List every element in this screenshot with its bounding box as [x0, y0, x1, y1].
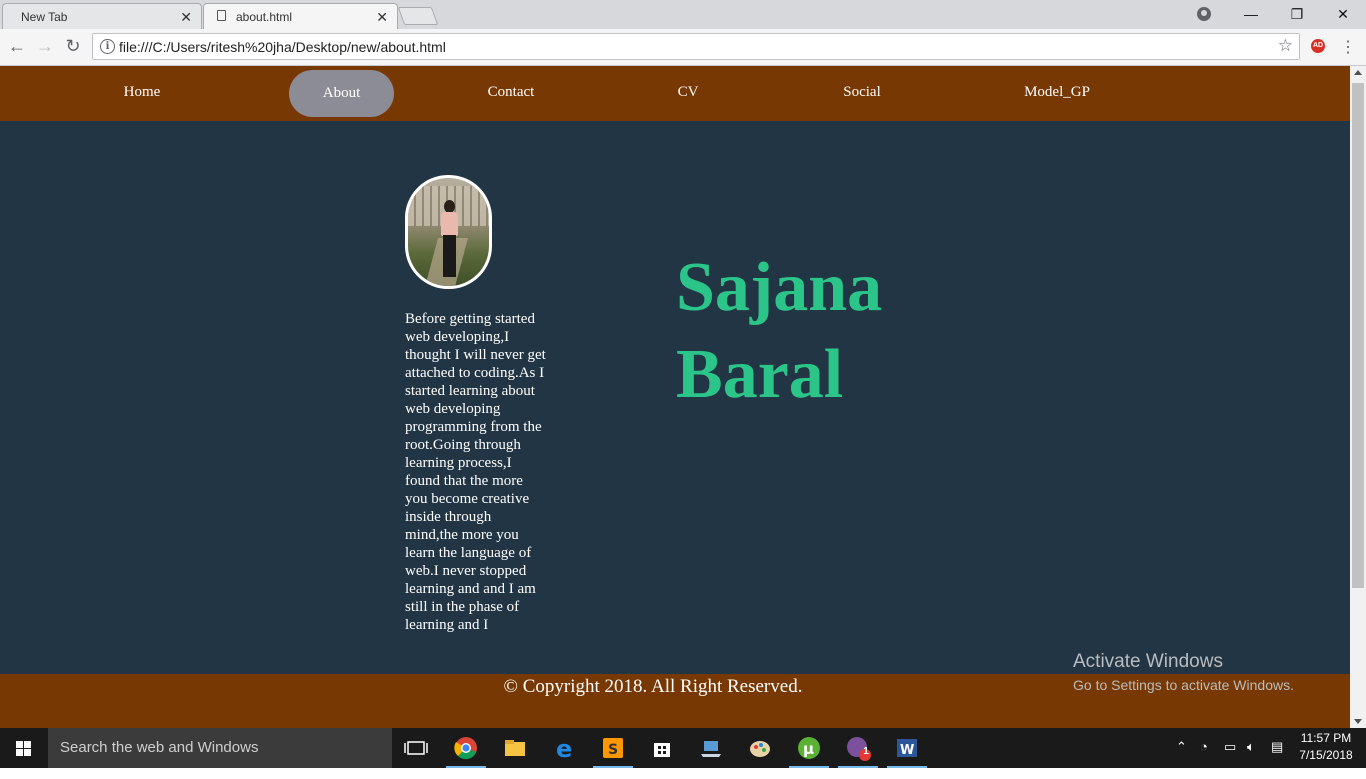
- browser-menu-icon[interactable]: ⋮: [1340, 37, 1356, 57]
- nav-about[interactable]: About: [289, 70, 394, 117]
- nav-cv[interactable]: CV: [648, 66, 728, 121]
- close-window-button[interactable]: ✕: [1320, 0, 1366, 29]
- notifications-icon[interactable]: ▤: [1271, 739, 1283, 779]
- taskbar-search-box[interactable]: Search the web and Windows: [48, 728, 392, 768]
- minimize-button[interactable]: —: [1228, 0, 1274, 29]
- tab-about-html[interactable]: about.html ✕: [203, 3, 398, 29]
- page-icon: [217, 10, 226, 21]
- back-button[interactable]: ←: [6, 35, 28, 57]
- svg-text:S: S: [608, 742, 618, 758]
- tab-title: about.html: [236, 9, 293, 24]
- name-last: Baral: [676, 336, 844, 413]
- scrollbar-thumb[interactable]: [1352, 83, 1364, 588]
- url-text[interactable]: file:///C:/Users/ritesh%20jha/Desktop/ne…: [119, 39, 446, 55]
- site-navbar: Home About Contact CV Social Model_GP: [0, 66, 1350, 121]
- nav-contact[interactable]: Contact: [471, 66, 551, 121]
- svg-text:e: e: [556, 735, 572, 763]
- file-explorer-icon[interactable]: [499, 732, 531, 764]
- tab-new-tab[interactable]: New Tab ✕: [2, 3, 202, 29]
- system-clock[interactable]: 11:57 PM 7/15/2018: [1296, 730, 1356, 764]
- windows-logo-icon: [16, 741, 23, 748]
- bookmark-star-icon[interactable]: ☆: [1278, 36, 1293, 56]
- laptop-icon[interactable]: [695, 732, 727, 764]
- store-icon[interactable]: [646, 732, 678, 764]
- scroll-up-arrow-icon[interactable]: [1354, 70, 1362, 75]
- activate-windows-watermark: Activate Windows Go to Settings to activ…: [1073, 651, 1294, 693]
- forward-button[interactable]: →: [34, 35, 56, 57]
- info-icon[interactable]: i: [100, 39, 115, 54]
- paint-icon[interactable]: [744, 732, 776, 764]
- task-view-icon[interactable]: [400, 732, 432, 764]
- profile-icon[interactable]: [1197, 7, 1211, 21]
- utorrent-icon[interactable]: µ: [789, 732, 829, 768]
- windows-taskbar: Search the web and Windows e S µ 1 W ⌃ ◔…: [0, 728, 1366, 768]
- nav-home[interactable]: Home: [102, 66, 182, 121]
- edge-icon[interactable]: e: [548, 732, 580, 764]
- nav-social[interactable]: Social: [822, 66, 902, 121]
- svg-text:µ: µ: [803, 740, 814, 758]
- wifi-icon[interactable]: ◔: [1200, 739, 1208, 779]
- start-button[interactable]: [0, 728, 48, 768]
- watermark-subtitle: Go to Settings to activate Windows.: [1073, 677, 1294, 693]
- adblock-extension-icon[interactable]: AD: [1311, 39, 1325, 53]
- volume-icon[interactable]: 🔈︎: [1247, 739, 1255, 779]
- close-tab-icon[interactable]: ✕: [180, 9, 192, 26]
- clock-date: 7/15/2018: [1299, 748, 1353, 762]
- svg-text:W: W: [900, 743, 914, 758]
- new-tab-button[interactable]: [397, 7, 439, 25]
- sublime-text-icon[interactable]: S: [593, 732, 633, 768]
- restore-button[interactable]: ❐: [1274, 0, 1320, 29]
- viber-icon[interactable]: 1: [838, 732, 878, 768]
- show-hidden-icons[interactable]: ⌃: [1176, 739, 1187, 779]
- viber-badge: 1: [863, 746, 869, 757]
- browser-tab-strip: New Tab ✕ about.html ✕ — ❐ ✕: [0, 0, 1366, 29]
- browser-toolbar: ← → ↻ i file:///C:/Users/ritesh%20jha/De…: [0, 29, 1366, 66]
- battery-icon[interactable]: ▭: [1224, 739, 1236, 779]
- reload-button[interactable]: ↻: [62, 35, 84, 57]
- page-viewport: Home About Contact CV Social Model_GP Be…: [0, 66, 1350, 728]
- nav-model-gp[interactable]: Model_GP: [1012, 66, 1102, 121]
- search-placeholder: Search the web and Windows: [60, 739, 259, 756]
- page-scrollbar[interactable]: [1350, 66, 1366, 728]
- name-first: Sajana: [676, 249, 883, 326]
- close-tab-icon[interactable]: ✕: [376, 9, 388, 26]
- chrome-icon[interactable]: [446, 732, 486, 768]
- page-title: Sajana Baral: [676, 244, 976, 418]
- word-icon[interactable]: W: [887, 732, 927, 768]
- tab-title: New Tab: [21, 9, 68, 24]
- profile-photo: [405, 175, 492, 289]
- scroll-down-arrow-icon[interactable]: [1354, 719, 1362, 724]
- clock-time: 11:57 PM: [1300, 731, 1352, 745]
- watermark-title: Activate Windows: [1073, 651, 1223, 672]
- about-paragraph: Before getting started web developing,I …: [405, 311, 546, 633]
- address-bar[interactable]: i file:///C:/Users/ritesh%20jha/Desktop/…: [92, 33, 1300, 60]
